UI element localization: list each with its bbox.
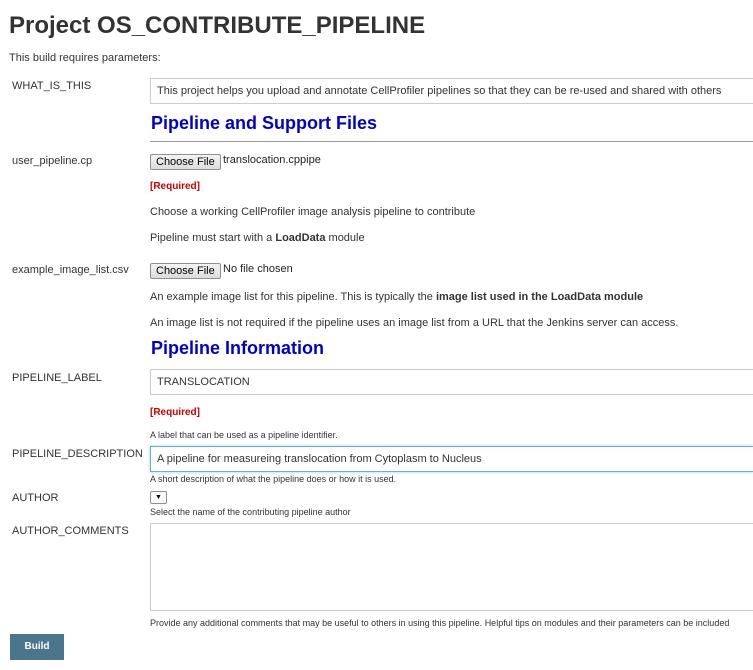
page-title: Project OS_CONTRIBUTE_PIPELINE xyxy=(9,12,426,39)
example-image-list-note: An image list is not required if the pip… xyxy=(150,317,679,329)
pipeline-label-required: [Required] xyxy=(150,407,200,418)
user-pipeline-choose-file-button[interactable]: Choose File xyxy=(150,154,221,170)
example-image-list-label: example_image_list.csv xyxy=(12,264,129,276)
pipeline-description-help: A short description of what the pipeline… xyxy=(150,474,397,484)
pipeline-label-field[interactable]: TRANSLOCATION xyxy=(150,369,753,395)
section-divider xyxy=(150,141,753,142)
pipeline-description-label: PIPELINE_DESCRIPTION xyxy=(12,448,143,460)
example-image-list-choose-file-button[interactable]: Choose File xyxy=(150,263,221,279)
author-description: Select the name of the contributing pipe… xyxy=(150,507,351,517)
user-pipeline-note: Pipeline must start with a LoadData modu… xyxy=(150,232,365,244)
author-comments-label: AUTHOR_COMMENTS xyxy=(12,525,129,537)
section-heading-files: Pipeline and Support Files xyxy=(151,113,378,133)
pipeline-label-label: PIPELINE_LABEL xyxy=(12,372,102,384)
author-select[interactable]: ▼ xyxy=(150,491,167,504)
what-is-this-field[interactable]: This project helps you upload and annota… xyxy=(150,78,753,104)
page-subtitle: This build requires parameters: xyxy=(9,52,161,64)
user-pipeline-label: user_pipeline.cp xyxy=(12,155,93,167)
pipeline-description-field[interactable]: A pipeline for measureing translocation … xyxy=(150,446,753,472)
user-pipeline-required: [Required] xyxy=(150,181,200,192)
section-heading-info: Pipeline Information xyxy=(151,338,325,358)
author-comments-textarea[interactable] xyxy=(150,523,753,611)
example-image-list-filename: No file chosen xyxy=(223,263,293,275)
author-label: AUTHOR xyxy=(12,492,59,504)
what-is-this-label: WHAT_IS_THIS xyxy=(12,80,92,92)
user-pipeline-filename: translocation.cppipe xyxy=(223,154,321,166)
build-button[interactable]: Build xyxy=(10,634,64,660)
example-image-list-description: An example image list for this pipeline.… xyxy=(150,291,644,303)
chevron-down-icon: ▼ xyxy=(155,494,162,501)
pipeline-label-description: A label that can be used as a pipeline i… xyxy=(150,430,338,440)
user-pipeline-description: Choose a working CellProfiler image anal… xyxy=(150,206,476,218)
author-comments-description: Provide any additional comments that may… xyxy=(150,618,730,628)
